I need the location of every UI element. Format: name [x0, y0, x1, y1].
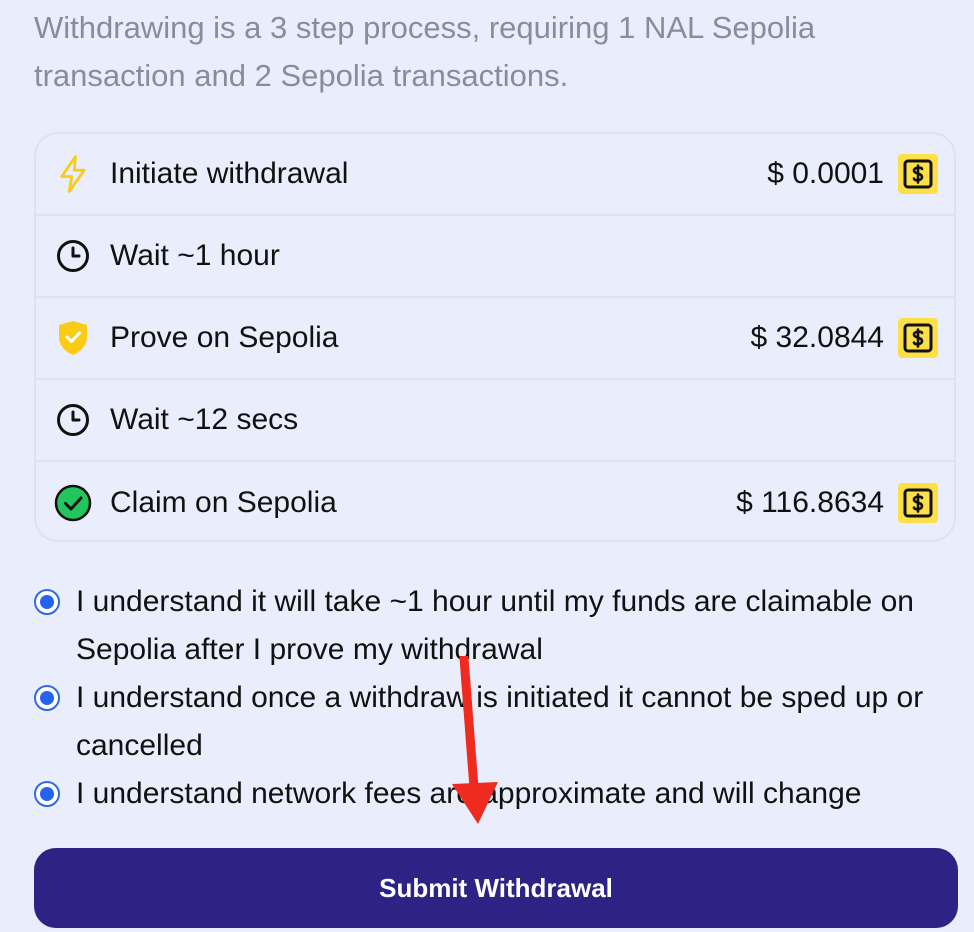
acknowledgement-item: I understand it will take ~1 hour until … — [34, 578, 954, 674]
step-label: Prove on Sepolia — [110, 321, 339, 354]
acknowledgement-list: I understand it will take ~1 hour until … — [34, 578, 954, 818]
acknowledgement-item: I understand once a withdraw is initiate… — [34, 674, 954, 770]
step-wait-1-hour: Wait ~1 hour — [36, 216, 954, 298]
dollar-icon[interactable] — [898, 483, 938, 523]
acknowledgement-label: I understand network fees are approximat… — [76, 777, 862, 810]
clock-icon — [54, 401, 92, 439]
step-cost: $ 0.0001 — [767, 157, 884, 190]
acknowledgement-radio[interactable] — [34, 685, 60, 711]
step-label: Wait ~12 secs — [110, 403, 299, 436]
step-wait-12-secs: Wait ~12 secs — [36, 380, 954, 462]
radio-dot — [40, 595, 54, 609]
check-circle-icon — [54, 484, 92, 522]
step-prove-on-sepolia: Prove on Sepolia $ 32.0844 — [36, 298, 954, 380]
withdrawal-steps: Initiate withdrawal $ 0.0001 Wait ~1 hou… — [34, 132, 956, 542]
acknowledgement-item: I understand network fees are approximat… — [34, 770, 954, 818]
step-claim-on-sepolia: Claim on Sepolia $ 116.8634 — [36, 462, 954, 540]
acknowledgement-label: I understand once a withdraw is initiate… — [76, 681, 924, 762]
acknowledgement-radio[interactable] — [34, 781, 60, 807]
acknowledgement-label: I understand it will take ~1 hour until … — [76, 585, 914, 666]
step-label: Initiate withdrawal — [110, 157, 349, 190]
dollar-icon[interactable] — [898, 318, 938, 358]
clock-icon — [54, 237, 92, 275]
step-label: Wait ~1 hour — [110, 239, 280, 272]
acknowledgement-radio[interactable] — [34, 589, 60, 615]
lightning-icon — [54, 155, 92, 193]
step-label: Claim on Sepolia — [110, 486, 337, 519]
radio-dot — [40, 691, 54, 705]
step-initiate-withdrawal: Initiate withdrawal $ 0.0001 — [36, 134, 954, 216]
step-cost: $ 116.8634 — [736, 486, 884, 519]
submit-withdrawal-button[interactable]: Submit Withdrawal — [34, 848, 958, 928]
radio-dot — [40, 787, 54, 801]
step-cost: $ 32.0844 — [750, 321, 884, 354]
shield-check-icon — [54, 319, 92, 357]
dollar-icon[interactable] — [898, 154, 938, 194]
intro-text: Withdrawing is a 3 step process, requiri… — [34, 10, 816, 93]
